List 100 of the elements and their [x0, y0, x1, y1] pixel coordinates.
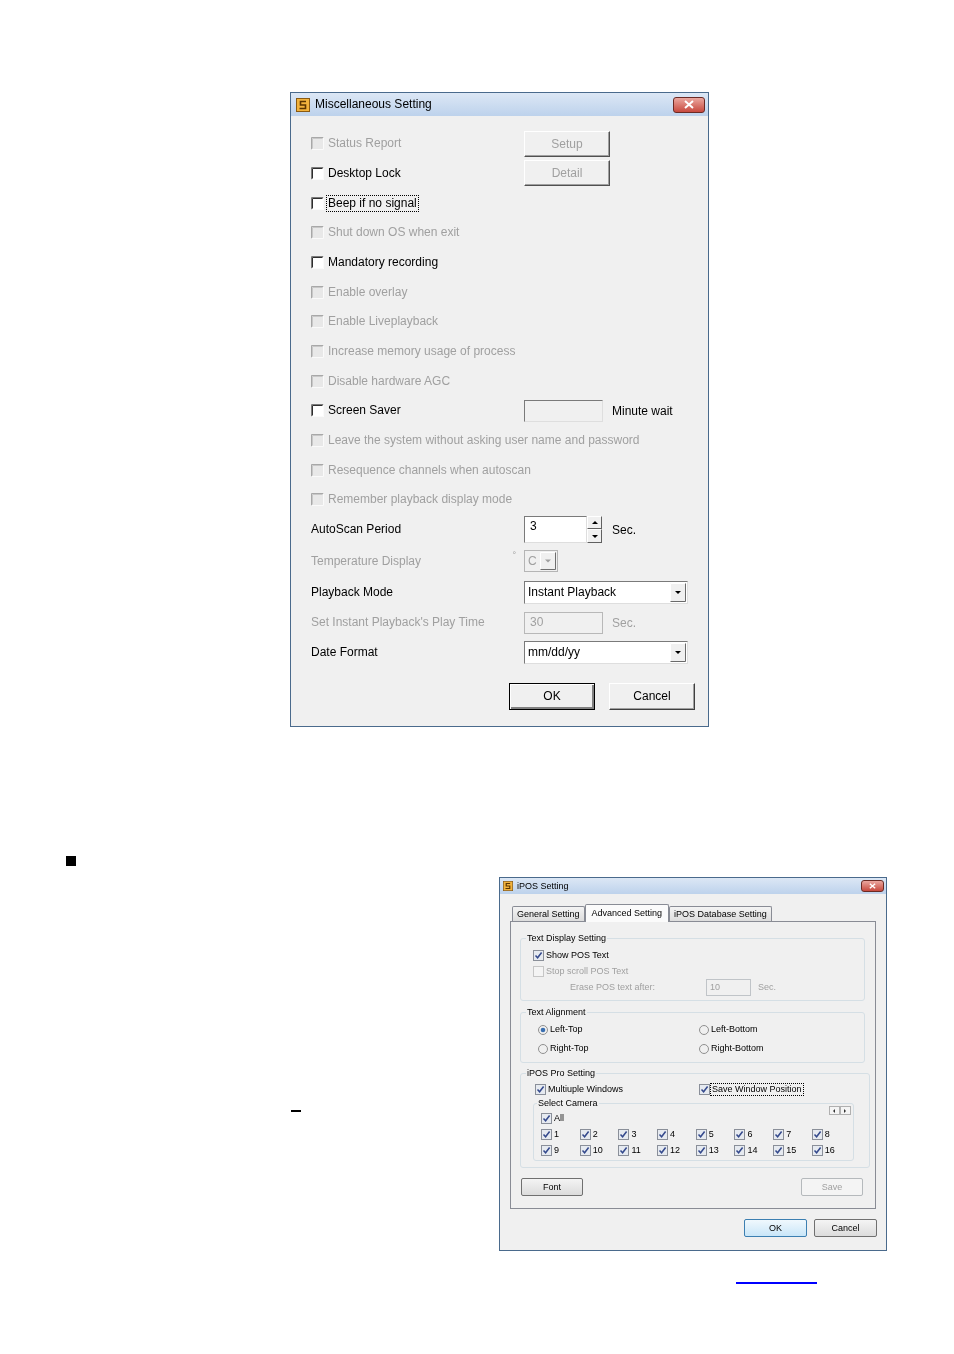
camera-label: 16	[824, 1144, 835, 1156]
app-icon	[503, 881, 513, 891]
option-label: Beep if no signal	[327, 195, 418, 211]
checkbox[interactable]	[541, 1144, 552, 1156]
cancel-button[interactable]: Cancel	[814, 1219, 877, 1237]
checkbox[interactable]	[579, 1144, 591, 1156]
checkbox[interactable]	[579, 1128, 591, 1140]
unit-label: Sec.	[612, 521, 636, 539]
checkbox[interactable]	[535, 1083, 546, 1095]
checkbox[interactable]	[311, 255, 324, 269]
caret-icon	[670, 583, 686, 603]
dropdown[interactable]: mm/dd/yy	[524, 641, 688, 665]
checkbox[interactable]	[311, 404, 324, 418]
dash-mark	[291, 1110, 301, 1112]
ok-button[interactable]: OK	[744, 1219, 807, 1237]
checkbox[interactable]	[657, 1128, 669, 1140]
checkbox[interactable]	[773, 1128, 785, 1140]
camera-label: 4	[670, 1128, 676, 1140]
font-button[interactable]: Font	[521, 1178, 583, 1196]
up-arrow-icon	[591, 521, 598, 525]
option-label: Stop scroll POS Text	[546, 965, 629, 977]
camera-label: 10	[592, 1144, 603, 1156]
left-arrow-icon	[833, 1108, 835, 1113]
option-label: Left-Top	[550, 1024, 583, 1035]
option-label: Right-Top	[550, 1043, 589, 1054]
checkbox[interactable]	[811, 1144, 823, 1156]
radio-button[interactable]	[538, 1043, 548, 1054]
scroll-left-button[interactable]	[828, 1106, 840, 1115]
option-label: Right-Bottom	[711, 1043, 764, 1054]
spin-up-button[interactable]	[587, 516, 602, 530]
close-icon	[869, 883, 876, 889]
option-label: Date Format	[311, 645, 378, 661]
spin-field[interactable]: 3	[524, 516, 587, 544]
ok-button[interactable]: OK	[509, 682, 595, 710]
checkbox[interactable]	[695, 1144, 707, 1156]
close-icon	[684, 100, 694, 109]
option-label: Set Instant Playback's Play Time	[311, 615, 485, 631]
degree-sign: °	[512, 550, 516, 561]
option-label: Mandatory recording	[327, 254, 440, 270]
camera-label: 7	[786, 1128, 792, 1140]
right-arrow-icon	[844, 1108, 846, 1113]
checkbox[interactable]	[699, 1083, 710, 1095]
option-label: Left-Bottom	[711, 1024, 758, 1035]
checkbox[interactable]	[541, 1112, 552, 1124]
checkbox[interactable]	[618, 1128, 630, 1140]
camera-label: 8	[824, 1128, 830, 1140]
unit-label: Minute wait	[612, 402, 673, 420]
tab[interactable]: iPOS Database Setting	[669, 906, 772, 921]
cancel-button[interactable]: Cancel	[609, 682, 695, 710]
camera-label: 13	[708, 1144, 719, 1156]
radio-button[interactable]	[699, 1043, 709, 1054]
option-label: Increase memory usage of process	[327, 343, 517, 359]
checkbox[interactable]	[734, 1144, 746, 1156]
spin-down-button[interactable]	[587, 529, 602, 544]
window-title: iPOS Setting	[517, 880, 569, 892]
option-label: Save Window Position	[711, 1083, 803, 1095]
checkbox[interactable]	[541, 1128, 552, 1140]
camera-label: 5	[708, 1128, 714, 1140]
checkbox[interactable]	[695, 1128, 707, 1140]
option-label: Enable Liveplayback	[327, 314, 440, 330]
option-label: All	[554, 1112, 564, 1124]
radio-button[interactable]	[538, 1024, 548, 1035]
group-title: Text Display Setting	[526, 933, 608, 944]
caret-icon	[540, 552, 556, 571]
group-title: iPOS Pro Setting	[526, 1068, 597, 1079]
option-label: Shut down OS when exit	[327, 225, 461, 241]
option-label: Temperature Display	[311, 553, 422, 569]
tab[interactable]: Advanced Setting	[584, 904, 670, 922]
checkbox[interactable]	[811, 1128, 823, 1140]
radio-button[interactable]	[699, 1024, 709, 1035]
tab[interactable]: General Setting	[512, 906, 585, 921]
unit-label: Sec.	[612, 614, 636, 632]
checkbox[interactable]	[618, 1144, 630, 1156]
option-label: AutoScan Period	[311, 522, 402, 538]
camera-label: 2	[592, 1128, 598, 1140]
down-arrow-icon	[591, 534, 598, 538]
app-icon	[296, 97, 310, 112]
option-label: Multiuple Windows	[547, 1083, 625, 1095]
option-label: Remember playback display mode	[327, 492, 514, 508]
option-label: Show POS Text	[546, 949, 609, 961]
group-title: Select Camera	[537, 1098, 599, 1109]
checkbox[interactable]	[533, 949, 544, 961]
camera-label: 3	[631, 1128, 637, 1140]
option-label: Desktop Lock	[327, 166, 402, 181]
camera-label: 9	[554, 1144, 559, 1156]
checkbox[interactable]	[773, 1144, 785, 1156]
close-button[interactable]	[673, 96, 705, 113]
checkbox[interactable]	[311, 196, 324, 210]
option-label: Status Report	[327, 136, 403, 152]
camera-label: 15	[786, 1144, 797, 1156]
group-title: Text Alignment	[526, 1007, 587, 1018]
close-button[interactable]	[861, 880, 884, 892]
scroll-right-button[interactable]	[839, 1106, 851, 1115]
checkbox[interactable]	[657, 1144, 669, 1156]
option-label: Enable overlay	[327, 284, 409, 300]
checkbox[interactable]	[311, 167, 324, 180]
option-label: Disable hardware AGC	[327, 373, 452, 389]
window-title: Miscellaneous Setting	[315, 97, 432, 112]
checkbox[interactable]	[734, 1128, 746, 1140]
dropdown[interactable]: Instant Playback	[524, 581, 688, 605]
